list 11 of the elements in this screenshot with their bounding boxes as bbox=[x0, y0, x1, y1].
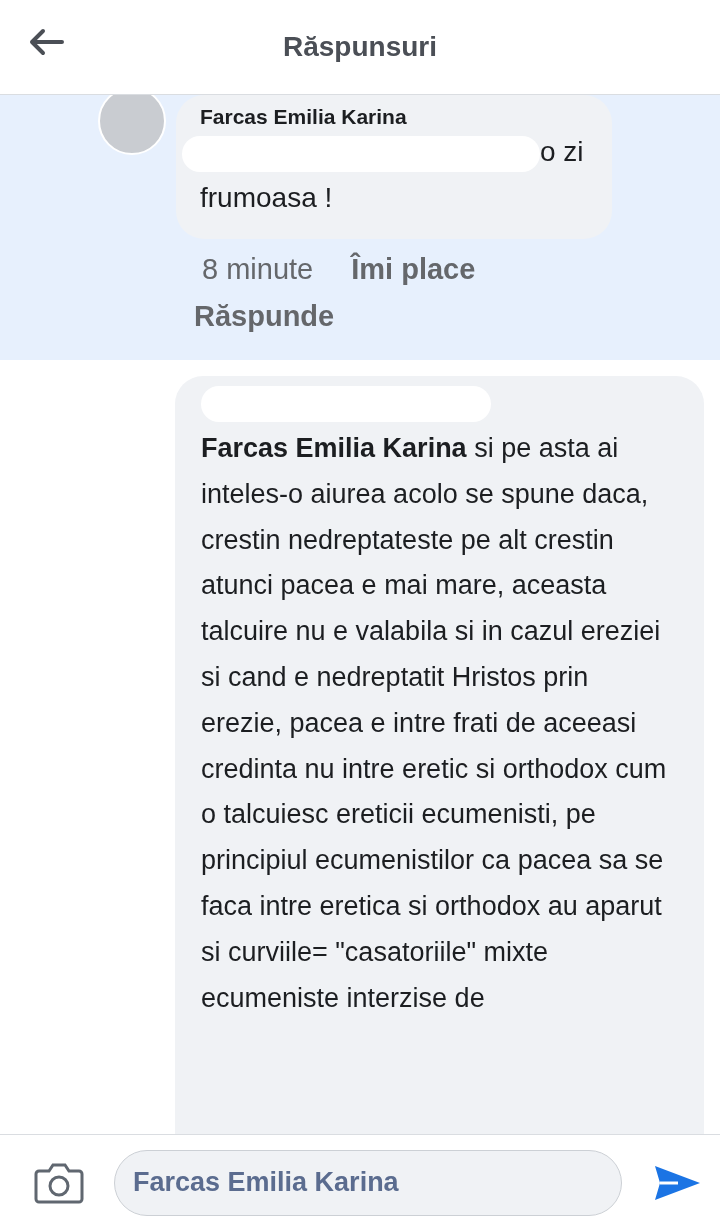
reply-text: Farcas Emilia Karina si pe asta ai inteles-o aiurea acolo se spune daca, crestin nedreptateste pe alt crestin atunci pacea e mai mare, aceasta talcuire nu e valabila si in cazul ereziei si cand e nedreptatit Hristos prin erezie, pacea e intre frati de aceeasi credinta nu intre eretic si orthodox cum o talcuiesc ereticii ecumenisti, pe principiul ecumenistilor ca pacea sa se faca intre eretica si orthodox au aparut si curviile= "casatoriile" mixte ecumeniste interzise de bbox=[201, 432, 668, 1015]
reply-link[interactable]: Răspunde bbox=[176, 286, 612, 333]
comment-input-field[interactable]: Farcas Emilia Karina bbox=[114, 1149, 622, 1216]
page-title: Răspunsuri bbox=[283, 31, 437, 63]
like-link[interactable]: Îmi place bbox=[351, 253, 476, 286]
camera-icon[interactable] bbox=[34, 1161, 84, 1204]
comment-text: o zi frumoasa ! bbox=[200, 136, 584, 213]
back-arrow-icon[interactable] bbox=[28, 28, 64, 56]
comment-author[interactable]: Farcas Emilia Karina bbox=[200, 105, 588, 129]
comment-time: 8 minute bbox=[202, 253, 314, 286]
avatar-silhouette bbox=[98, 95, 166, 155]
